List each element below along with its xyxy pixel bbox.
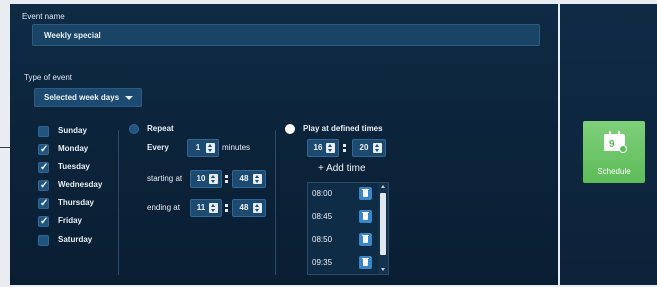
divider (118, 130, 119, 275)
defined-times-radio[interactable] (285, 124, 295, 134)
end-hour-stepper[interactable]: 11 (190, 199, 222, 217)
stepper-arrows-icon[interactable] (253, 174, 262, 184)
event-name-input[interactable]: Weekly special (32, 24, 540, 46)
day-label: Sunday (58, 126, 87, 135)
start-minute-stepper[interactable]: 48 (232, 170, 266, 188)
divider (275, 130, 276, 275)
time-value: 08:45 (312, 212, 333, 221)
list-item: 08:50 (308, 229, 376, 251)
checkbox[interactable]: ✓ (38, 162, 49, 173)
day-label: Saturday (58, 235, 93, 244)
end-minute-value: 48 (239, 203, 249, 212)
list-item: 08:45 (308, 206, 376, 228)
day-label: Thursday (58, 198, 95, 207)
defined-minute-value: 20 (359, 143, 369, 152)
day-label: Wednesday (58, 180, 103, 189)
check-icon: ✓ (40, 162, 49, 173)
time-separator (225, 203, 228, 213)
trash-icon[interactable] (359, 233, 372, 246)
checkbox[interactable] (38, 126, 49, 137)
day-label: Monday (58, 144, 89, 153)
event-editor-panel: Event name Weekly special Type of event … (10, 4, 558, 285)
add-time-button[interactable]: + Add time (318, 163, 366, 174)
checkbox[interactable] (38, 235, 49, 246)
defined-hour-value: 16 (313, 143, 323, 152)
checkbox[interactable]: ✓ (38, 180, 49, 191)
defined-hour-stepper[interactable]: 16 (307, 139, 339, 157)
list-item: 08:00 (308, 183, 376, 205)
list-item: 09:35 (308, 252, 376, 274)
event-name-label: Event name (22, 12, 65, 21)
repeat-label: Repeat (147, 124, 174, 133)
end-hour-value: 11 (196, 203, 206, 212)
stepper-arrows-icon[interactable] (209, 174, 218, 184)
stepper-arrows-icon[interactable] (253, 203, 262, 213)
starting-at-label: starting at (147, 174, 183, 183)
defined-times-list: 08:00 08:45 08:50 09:35 (307, 182, 389, 275)
event-type-value: Selected week days (44, 93, 120, 102)
check-icon: ✓ (40, 144, 49, 155)
end-minute-stepper[interactable]: 48 (232, 199, 266, 217)
schedule-button[interactable]: 9 Schedule (583, 121, 645, 183)
every-unit-label: minutes (222, 143, 251, 152)
time-separator (343, 143, 346, 153)
ending-at-label: ending at (147, 203, 180, 212)
day-label: Friday (58, 216, 83, 225)
time-value: 09:35 (312, 258, 333, 267)
calendar-number: 9 (609, 139, 615, 150)
repeat-radio[interactable] (129, 124, 139, 134)
defined-times-label: Play at defined times (303, 124, 383, 133)
trash-icon[interactable] (359, 187, 372, 200)
scroll-down-icon[interactable] (381, 268, 385, 271)
day-label: Tuesday (58, 162, 90, 171)
clock-badge-icon (619, 145, 627, 153)
checkbox[interactable]: ✓ (38, 144, 49, 155)
scroll-up-icon[interactable] (381, 185, 385, 188)
every-value: 1 (195, 143, 201, 152)
calendar-icon: 9 (604, 131, 627, 153)
defined-minute-stepper[interactable]: 20 (352, 139, 386, 157)
checkbox[interactable]: ✓ (38, 198, 49, 209)
stepper-arrows-icon[interactable] (206, 143, 215, 153)
start-hour-value: 10 (196, 174, 206, 183)
start-hour-stepper[interactable]: 10 (190, 170, 222, 188)
time-value: 08:50 (312, 235, 333, 244)
time-value: 08:00 (312, 189, 333, 198)
stepper-arrows-icon[interactable] (373, 143, 382, 153)
stepper-arrows-icon[interactable] (209, 203, 218, 213)
stepper-arrows-icon[interactable] (326, 143, 335, 153)
chevron-down-icon (125, 96, 133, 100)
schedule-label: Schedule (597, 167, 631, 176)
check-icon: ✓ (40, 216, 49, 227)
start-minute-value: 48 (239, 174, 249, 183)
time-separator (225, 174, 228, 184)
check-icon: ✓ (40, 180, 49, 191)
check-icon: ✓ (40, 198, 49, 209)
scrollbar-thumb[interactable] (380, 193, 386, 255)
event-type-label: Type of event (24, 73, 73, 82)
time-list-scrollbar[interactable] (378, 183, 388, 274)
every-label: Every (147, 143, 169, 152)
trash-icon[interactable] (359, 256, 372, 269)
every-value-stepper[interactable]: 1 (187, 139, 219, 157)
checkbox[interactable]: ✓ (38, 216, 49, 227)
event-type-dropdown[interactable]: Selected week days (34, 88, 142, 107)
trash-icon[interactable] (359, 210, 372, 223)
